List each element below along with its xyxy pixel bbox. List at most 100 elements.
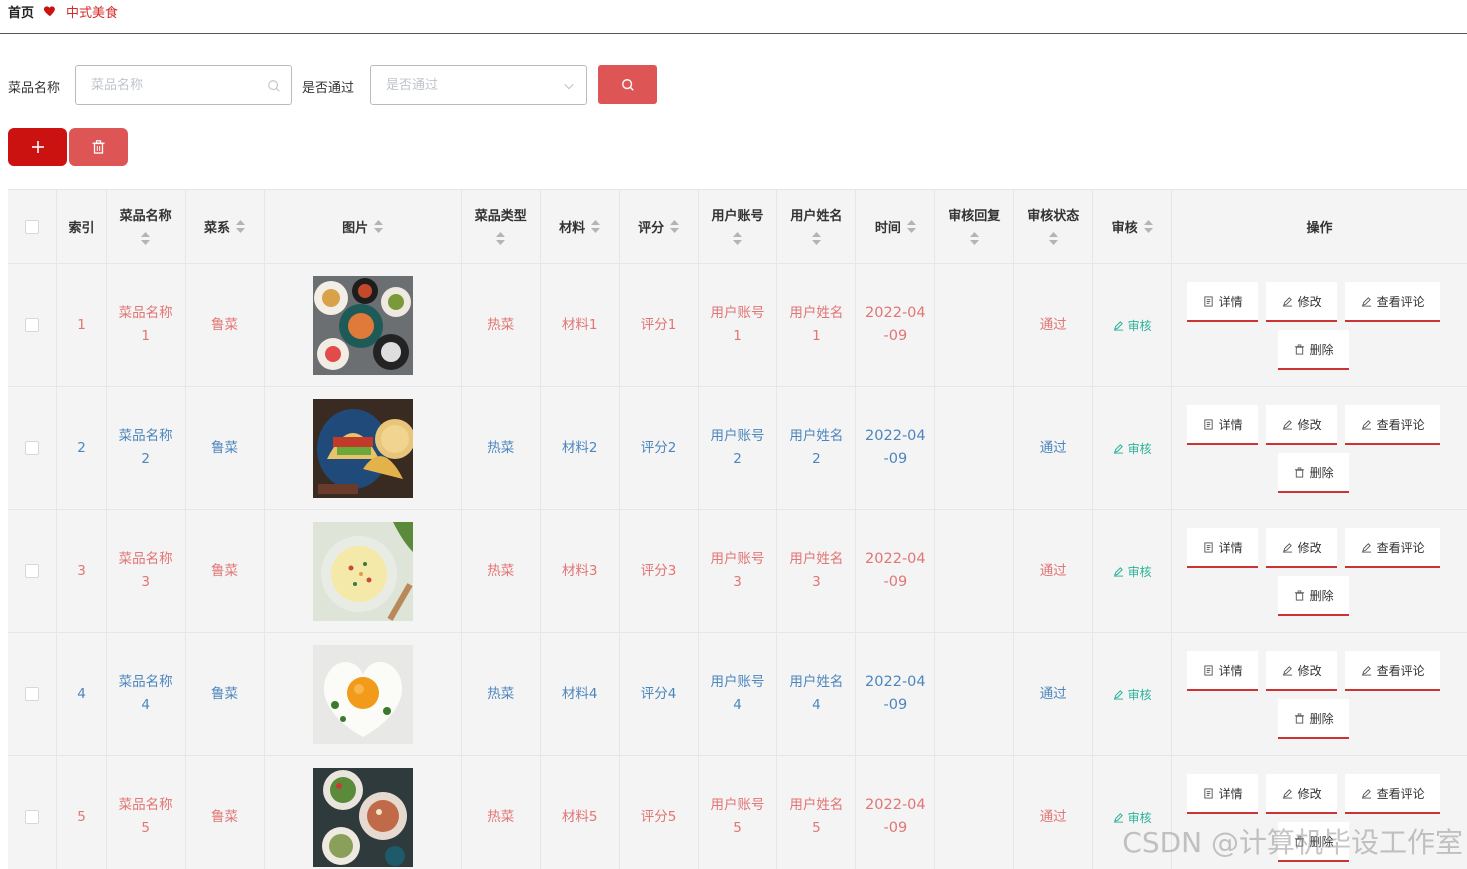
delete-button[interactable]: 删除: [1278, 330, 1350, 370]
detail-label: 详情: [1218, 540, 1243, 555]
heart-egg-icon[interactable]: [312, 644, 413, 744]
delete-button[interactable]: 删除: [1278, 576, 1350, 616]
cell-audit: 审核: [1093, 387, 1173, 509]
sort-icon[interactable]: [670, 220, 680, 233]
header-type[interactable]: 菜品类型: [462, 190, 541, 263]
header-divider: [0, 33, 1467, 34]
cell-score: 评分2: [620, 387, 699, 509]
index-text: 1: [77, 316, 86, 333]
cell-account: 用户账号 2: [699, 387, 778, 509]
edit-icon: [1282, 788, 1292, 799]
sort-icon[interactable]: [236, 220, 246, 233]
header-time[interactable]: 时间: [856, 190, 936, 263]
view-comments-button[interactable]: 查看评论: [1345, 651, 1441, 691]
row-select[interactable]: [8, 633, 58, 755]
score-text: 评分1: [640, 316, 677, 333]
header-audit[interactable]: 审核: [1093, 190, 1173, 263]
soup-bowl-icon[interactable]: [312, 521, 413, 621]
header-material[interactable]: 材料: [541, 190, 620, 263]
header-reply-label: 审核回复: [948, 208, 1001, 224]
trash-icon: [1294, 467, 1304, 478]
audit-button[interactable]: 审核: [1113, 440, 1152, 457]
detail-button[interactable]: 详情: [1187, 774, 1259, 814]
salad-plates-icon[interactable]: [312, 767, 413, 867]
sort-icon[interactable]: [1048, 231, 1058, 245]
cell-username: 用户姓名 4: [777, 633, 857, 755]
checkbox[interactable]: [25, 219, 40, 234]
sort-icon[interactable]: [811, 231, 821, 245]
row-select[interactable]: [8, 387, 58, 509]
detail-button[interactable]: 详情: [1187, 528, 1259, 568]
checkbox[interactable]: [25, 687, 40, 701]
dish-name-label: 菜品名称: [8, 81, 61, 96]
pass-select-input[interactable]: [371, 66, 586, 104]
cell-type: 热菜: [462, 510, 541, 632]
detail-button[interactable]: 详情: [1187, 651, 1259, 691]
username-text: 5: [812, 820, 821, 836]
checkbox[interactable]: [25, 564, 40, 578]
sort-icon[interactable]: [141, 231, 151, 245]
name-text: 3: [141, 574, 150, 590]
tacos-icon[interactable]: [312, 398, 413, 498]
dish-name-input[interactable]: [76, 66, 291, 104]
edit-icon: [1361, 419, 1371, 430]
table-row: 1 菜品名称 1 鲁菜 热菜 材料1 评分1 用户账号 1 用户姓名 1 2022-04 -09 通过 审核…: [8, 264, 1467, 387]
cell-image: [265, 387, 462, 509]
header-status[interactable]: 审核状态: [1014, 190, 1094, 263]
batch-delete-button[interactable]: [69, 128, 128, 166]
dish-name-field[interactable]: [75, 65, 292, 105]
header-account[interactable]: 用户账号: [699, 190, 778, 263]
header-score[interactable]: 评分: [620, 190, 699, 263]
detail-button[interactable]: 详情: [1187, 405, 1259, 445]
sort-icon[interactable]: [969, 231, 979, 245]
type-text: 热菜: [487, 808, 515, 825]
checkbox[interactable]: [25, 810, 40, 824]
edit-button[interactable]: 修改: [1266, 774, 1338, 814]
delete-button[interactable]: 删除: [1278, 453, 1350, 493]
header-image[interactable]: 图片: [265, 190, 462, 263]
header-username[interactable]: 用户姓名: [777, 190, 857, 263]
edit-button[interactable]: 修改: [1266, 405, 1338, 445]
detail-button[interactable]: 详情: [1187, 282, 1259, 322]
header-name[interactable]: 菜品名称: [107, 190, 186, 263]
checkbox[interactable]: [25, 318, 40, 332]
add-button[interactable]: [8, 128, 67, 166]
account-text: 4: [733, 697, 742, 713]
sort-icon[interactable]: [374, 220, 384, 233]
breadcrumb-home[interactable]: 首页: [8, 2, 34, 21]
username-text: 3: [812, 574, 821, 590]
time-text: -09: [883, 451, 908, 467]
search-button[interactable]: [598, 65, 657, 104]
cell-account: 用户账号 1: [699, 264, 778, 386]
header-reply[interactable]: 审核回复: [935, 190, 1015, 263]
sort-icon[interactable]: [1143, 220, 1153, 233]
view-comments-button[interactable]: 查看评论: [1345, 282, 1441, 322]
checkbox[interactable]: [25, 441, 40, 455]
view-comments-button[interactable]: 查看评论: [1345, 774, 1441, 814]
sort-icon[interactable]: [906, 220, 916, 233]
header-cuisine[interactable]: 菜系: [186, 190, 265, 263]
audit-button[interactable]: 审核: [1113, 563, 1152, 580]
view-comments-button[interactable]: 查看评论: [1345, 528, 1441, 568]
sort-icon[interactable]: [733, 231, 742, 245]
time-text: 2022-04: [865, 674, 926, 690]
cell-time: 2022-04 -09: [856, 387, 936, 509]
row-select[interactable]: [8, 510, 58, 632]
view-comments-button[interactable]: 查看评论: [1345, 405, 1441, 445]
header-select-all[interactable]: [8, 190, 58, 263]
watermark: CSDN @计算机毕设工作室: [1122, 826, 1463, 859]
sort-icon[interactable]: [496, 231, 506, 245]
pass-select[interactable]: [370, 65, 587, 105]
score-text: 评分2: [640, 439, 677, 456]
delete-button[interactable]: 删除: [1278, 699, 1350, 739]
cell-audit: 审核: [1093, 264, 1173, 386]
edit-button[interactable]: 修改: [1266, 528, 1338, 568]
dishes-plates-icon[interactable]: [312, 275, 413, 375]
audit-button[interactable]: 审核: [1113, 686, 1152, 703]
audit-button[interactable]: 审核: [1113, 317, 1152, 334]
edit-button[interactable]: 修改: [1266, 651, 1338, 691]
row-select[interactable]: [8, 264, 58, 386]
sort-icon[interactable]: [591, 220, 601, 233]
edit-button[interactable]: 修改: [1266, 282, 1338, 322]
row-select[interactable]: [8, 756, 58, 869]
